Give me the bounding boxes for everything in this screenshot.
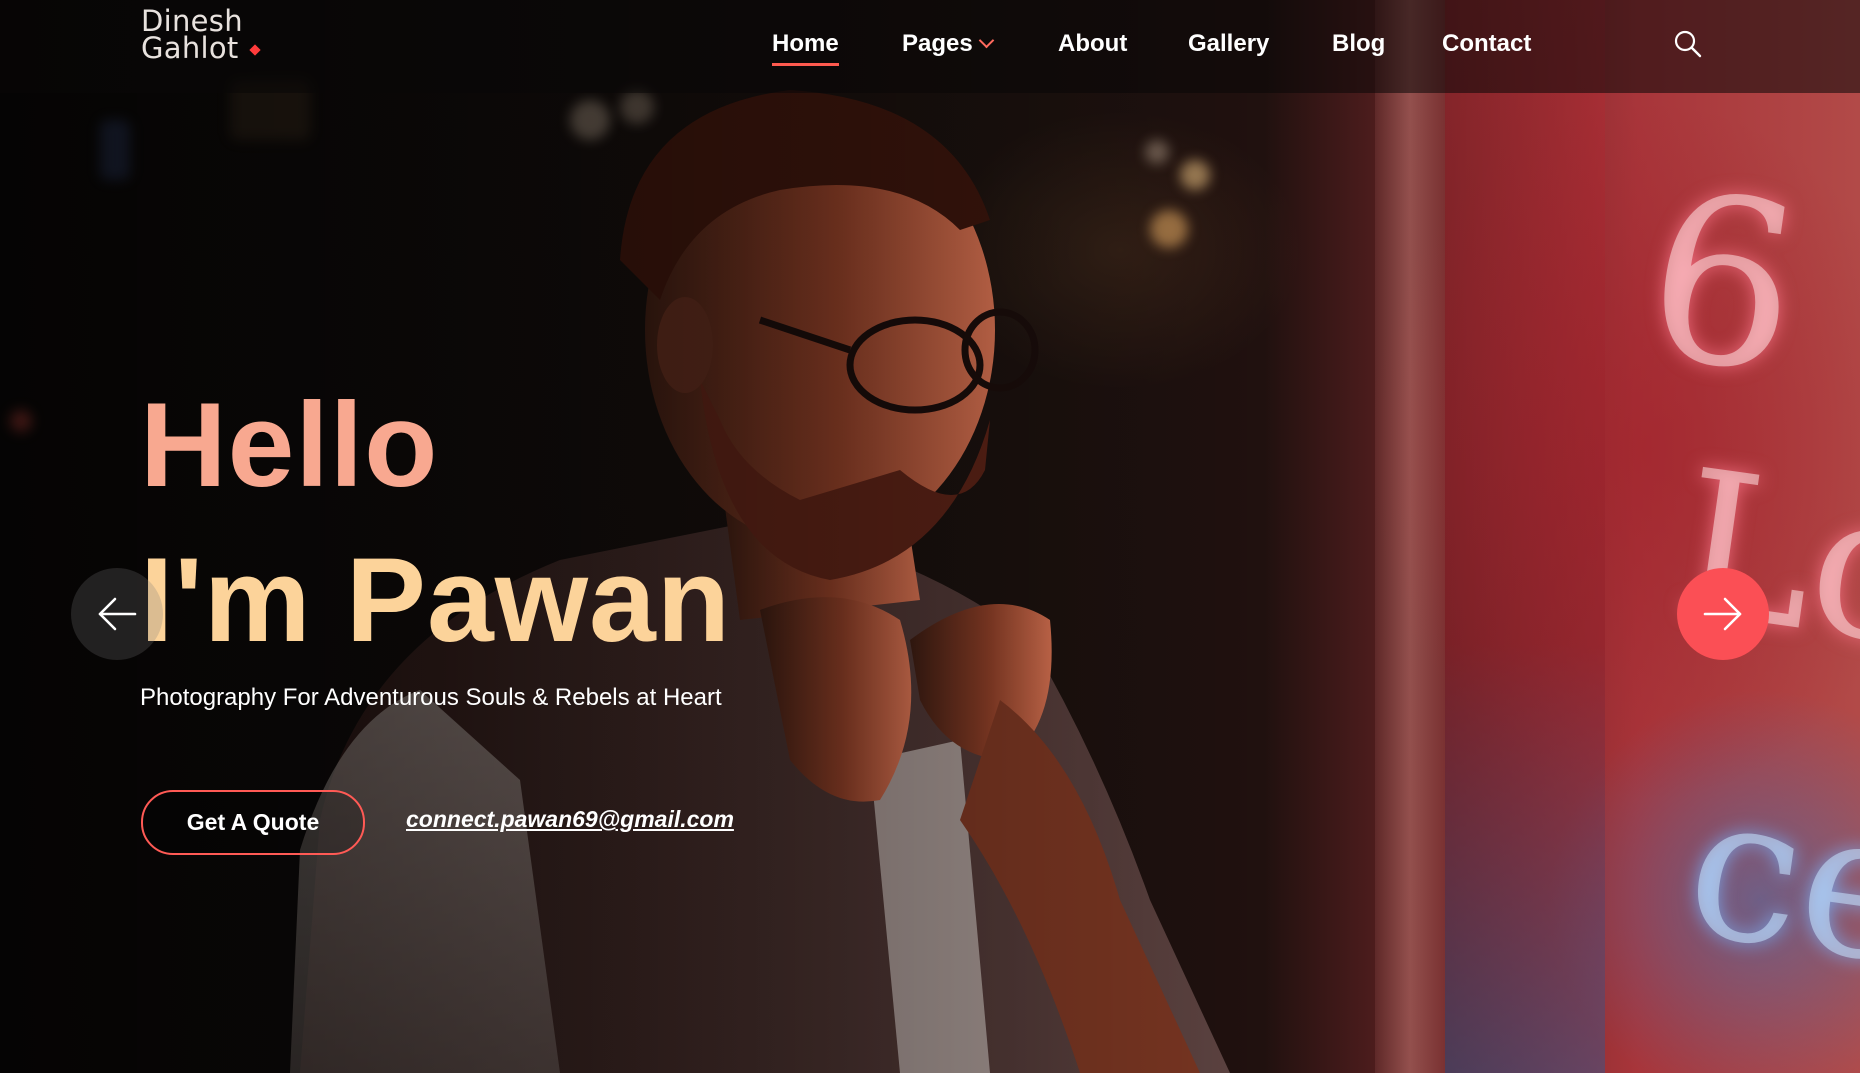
nav-blog[interactable]: Blog [1332, 28, 1385, 60]
nav-about[interactable]: About [1058, 28, 1127, 60]
hero-name: I'm Pawan [140, 533, 732, 667]
logo-diamond-icon [248, 44, 261, 56]
nav-contact[interactable]: Contact [1442, 28, 1531, 60]
get-quote-button[interactable]: Get A Quote [141, 790, 365, 855]
nav-pages-label: Pages [902, 30, 973, 57]
search-icon[interactable] [1673, 29, 1703, 59]
logo-line-2: Gahlot [141, 34, 261, 63]
arrow-right-icon [1703, 597, 1742, 631]
hero-greeting: Hello [140, 378, 439, 512]
slider-next-button[interactable] [1677, 568, 1769, 660]
site-logo[interactable]: Dinesh Gahlot [141, 7, 261, 63]
nav-home[interactable]: Home [772, 28, 839, 66]
slider-prev-button[interactable] [71, 568, 163, 660]
hero-tagline: Photography For Adventurous Souls & Rebe… [140, 684, 722, 711]
nav-gallery[interactable]: Gallery [1188, 28, 1269, 60]
email-link[interactable]: connect.pawan69@gmail.com [406, 806, 734, 833]
nav-pages[interactable]: Pages [902, 28, 994, 60]
chevron-down-icon [978, 32, 994, 49]
arrow-left-icon [98, 597, 137, 631]
site-header: Dinesh Gahlot Home Pages About Gallery B… [0, 0, 1860, 93]
